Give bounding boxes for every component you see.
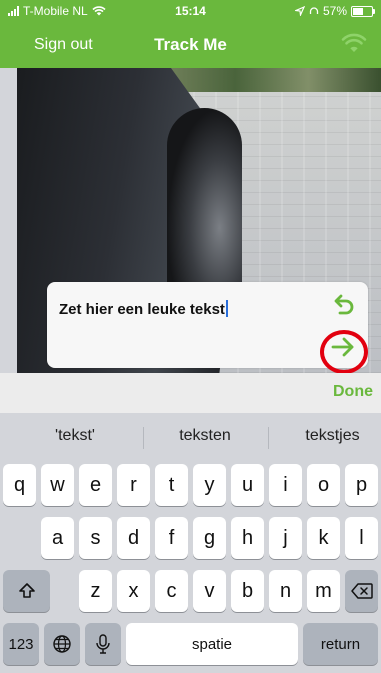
- key-h[interactable]: h: [231, 517, 264, 559]
- text-input-card[interactable]: Zet hier een leuke tekst: [47, 282, 368, 368]
- key-f[interactable]: f: [155, 517, 188, 559]
- key-g[interactable]: g: [193, 517, 226, 559]
- key-r[interactable]: r: [117, 464, 150, 506]
- suggestion-2[interactable]: teksten: [160, 427, 250, 445]
- suggestion-bar: 'tekst' teksten tekstjes: [0, 413, 381, 461]
- key-b[interactable]: b: [231, 570, 264, 612]
- keyboard-accessory-bar: Done: [0, 373, 381, 413]
- globe-icon: [53, 635, 71, 653]
- key-d[interactable]: d: [117, 517, 150, 559]
- key-w[interactable]: w: [41, 464, 74, 506]
- backspace-icon: [350, 583, 373, 599]
- location-icon: [294, 6, 305, 16]
- key-l[interactable]: l: [345, 517, 378, 559]
- key-z[interactable]: z: [79, 570, 112, 612]
- status-bar: T-Mobile NL 15:14 57%: [0, 0, 381, 22]
- key-n[interactable]: n: [269, 570, 302, 612]
- status-right: 57%: [294, 4, 375, 18]
- globe-key[interactable]: [44, 623, 80, 665]
- keyboard: 'tekst' teksten tekstjes q w e r t y u i…: [0, 413, 381, 673]
- suggestion-divider: [268, 427, 269, 449]
- shift-key[interactable]: [3, 570, 50, 612]
- key-u[interactable]: u: [231, 464, 264, 506]
- nav-bar: Sign out Track Me: [0, 22, 381, 68]
- top-bar: T-Mobile NL 15:14 57% Sign out Track Me: [0, 0, 381, 68]
- space-key[interactable]: spatie: [126, 623, 298, 665]
- suggestion-divider: [143, 427, 144, 449]
- key-j[interactable]: j: [269, 517, 302, 559]
- battery-icon: [351, 5, 375, 17]
- key-y[interactable]: y: [193, 464, 226, 506]
- key-e[interactable]: e: [79, 464, 112, 506]
- shift-icon: [18, 583, 35, 598]
- key-q[interactable]: q: [3, 464, 36, 506]
- battery-percent: 57%: [322, 4, 347, 18]
- numbers-key[interactable]: 123: [3, 623, 39, 665]
- headphones-icon: [309, 7, 319, 14]
- key-o[interactable]: o: [307, 464, 340, 506]
- key-x[interactable]: x: [117, 570, 150, 612]
- undo-icon[interactable]: [330, 292, 356, 316]
- microphone-key[interactable]: [85, 623, 121, 665]
- suggestion-3[interactable]: tekstjes: [290, 427, 375, 445]
- suggestion-1[interactable]: 'tekst': [30, 427, 120, 445]
- key-t[interactable]: t: [155, 464, 188, 506]
- microphone-icon: [96, 634, 110, 654]
- wifi-icon: [341, 33, 367, 52]
- return-key[interactable]: return: [303, 623, 378, 665]
- key-a[interactable]: a: [41, 517, 74, 559]
- key-k[interactable]: k: [307, 517, 340, 559]
- text-caret: [225, 300, 228, 317]
- backspace-key[interactable]: [345, 570, 378, 612]
- done-button[interactable]: Done: [333, 383, 373, 401]
- text-input-value: Zet hier een leuke tekst: [59, 301, 225, 318]
- text-input[interactable]: Zet hier een leuke tekst: [59, 300, 228, 318]
- key-m[interactable]: m: [307, 570, 340, 612]
- key-i[interactable]: i: [269, 464, 302, 506]
- key-s[interactable]: s: [79, 517, 112, 559]
- page-title: Track Me: [154, 35, 227, 54]
- arrow-right-icon[interactable]: [330, 336, 356, 358]
- key-c[interactable]: c: [155, 570, 188, 612]
- key-v[interactable]: v: [193, 570, 226, 612]
- key-p[interactable]: p: [345, 464, 378, 506]
